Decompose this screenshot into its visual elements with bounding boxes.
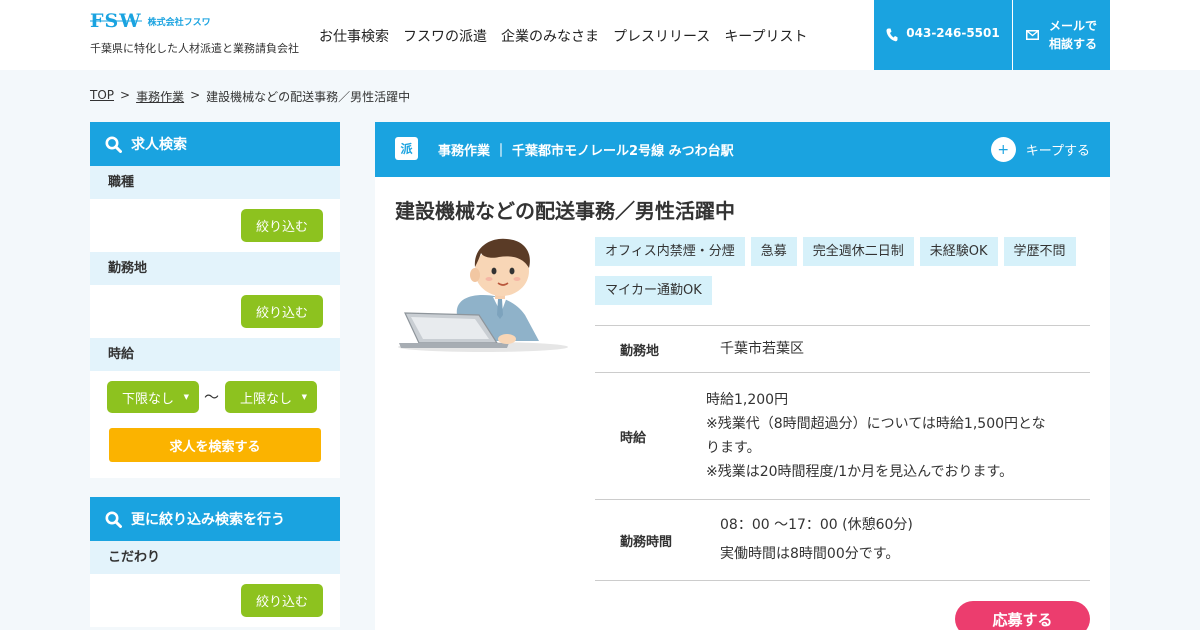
location-filter-button[interactable]: 絞り込む (241, 295, 323, 328)
wage-line: ります。 (706, 440, 761, 456)
tag-urgent[interactable]: 急募 (750, 237, 797, 266)
hours-line: 08：00 〜17：00 (休憩60分) (720, 517, 913, 533)
job-card-header: 派 事務作業 ｜ 千葉都市モノレール2号線 みつわ台駅 + キープする (375, 122, 1110, 177)
wage-min-select[interactable]: 下限なし ▼ (107, 381, 199, 413)
detail-row-wage: 時給 時給1,200円 ※残業代（8時間超過分）については時給1,500円とな … (595, 373, 1090, 500)
site-logo[interactable]: FSW 株式会社フスワ 千葉県に特化した人材派遣と業務請負会社 (90, 10, 299, 56)
wage-max-select[interactable]: 上限なし ▼ (225, 381, 317, 413)
header-phone-button[interactable]: 043-246-5501 (874, 0, 1012, 70)
nav-keep-list[interactable]: キープリスト (724, 26, 807, 46)
refine-search-title: 更に絞り込み検索を行う (131, 512, 285, 528)
wage-line: 時給1,200円 (706, 392, 789, 408)
apply-button[interactable]: 応募する (955, 601, 1090, 630)
main-nav: お仕事検索 フスワの派遣 企業のみなさま プレスリリース キープリスト (319, 26, 807, 46)
tag-any-education[interactable]: 学歴不問 (1003, 237, 1076, 266)
detail-row-hours: 勤務時間 08：00 〜17：00 (休憩60分) 実働時間は8時間00分です。 (595, 500, 1090, 581)
site-tagline: 千葉県に特化した人材派遣と業務請負会社 (90, 42, 299, 55)
refine-search-header: 更に絞り込み検索を行う (90, 497, 340, 541)
search-icon (105, 511, 122, 528)
breadcrumb-category[interactable]: 事務作業 (136, 88, 184, 105)
job-title: 建設機械などの配送事務／男性活躍中 (395, 199, 735, 223)
detail-key-hours: 勤務時間 (620, 534, 673, 550)
breadcrumb: TOP > 事務作業 > 建設機械などの配送事務／男性活躍中 (90, 88, 410, 105)
office-worker-illustration (398, 238, 568, 352)
job-search-title: 求人検索 (131, 137, 187, 153)
mail-label-line1: メールで (1048, 19, 1097, 33)
mail-label-line2: 相談する (1048, 37, 1097, 51)
job-type-row: 絞り込む (90, 199, 340, 252)
phone-number: 043-246-5501 (906, 26, 1000, 40)
breadcrumb-separator: > (120, 88, 131, 102)
location-row: 絞り込む (90, 285, 340, 338)
breadcrumb-separator: > (190, 88, 201, 102)
tag-no-smoking[interactable]: オフィス内禁煙・分煙 (595, 237, 745, 266)
phone-icon (886, 28, 898, 42)
caret-down-icon: ▼ (301, 393, 307, 401)
breadcrumb-top[interactable]: TOP (90, 88, 114, 105)
wage-min-value: 下限なし (122, 391, 175, 407)
mail-icon (1025, 30, 1039, 40)
detail-val-hours: 08：00 〜17：00 (休憩60分) 実働時間は8時間00分です。 (706, 511, 913, 569)
header-mail-button[interactable]: メールで 相談する (1013, 0, 1110, 70)
detail-key-location: 勤務地 (620, 343, 660, 359)
search-jobs-button[interactable]: 求人を検索する (109, 428, 321, 462)
hours-line: 実働時間は8時間00分です。 (720, 546, 900, 562)
kodawari-label: こだわり (90, 541, 340, 574)
tag-two-days-off[interactable]: 完全週休二日制 (802, 237, 914, 266)
detail-val-location: 千葉市若葉区 (720, 341, 804, 357)
job-type-label: 職種 (90, 166, 340, 199)
keep-label: キープする (1025, 144, 1090, 159)
kodawari-row: 絞り込む (90, 574, 340, 627)
breadcrumb-current: 建設機械などの配送事務／男性活躍中 (206, 90, 411, 104)
job-category-station: 事務作業 ｜ 千葉都市モノレール2号線 みつわ台駅 (438, 144, 734, 159)
nav-press-release[interactable]: プレスリリース (613, 26, 710, 46)
tag-car-commute[interactable]: マイカー通勤OK (595, 276, 712, 305)
site-header: FSW 株式会社フスワ 千葉県に特化した人材派遣と業務請負会社 お仕事検索 フス… (0, 0, 1200, 70)
nav-for-companies[interactable]: 企業のみなさま (501, 26, 599, 46)
detail-val-wage: 時給1,200円 ※残業代（8時間超過分）については時給1,500円とな ります… (706, 388, 1046, 484)
wage-label: 時給 (90, 338, 340, 371)
job-feature-tags: オフィス内禁煙・分煙 急募 完全週休二日制 未経験OK 学歴不問 マイカー通勤O… (595, 237, 1090, 305)
range-tilde: 〜 (204, 388, 220, 406)
job-search-header: 求人検索 (90, 122, 340, 166)
job-card: 派 事務作業 ｜ 千葉都市モノレール2号線 みつわ台駅 + キープする 建設機械… (375, 122, 1110, 630)
job-details-table: 勤務地 千葉市若葉区 時給 時給1,200円 ※残業代（8時間超過分）については… (595, 325, 1090, 581)
plus-icon: + (990, 137, 1016, 162)
detail-row-location: 勤務地 千葉市若葉区 (595, 326, 1090, 373)
logo-mark: FSW (90, 10, 142, 32)
logo-company-name: 株式会社フスワ (147, 17, 211, 28)
wage-line: ※残業は20時間程度/1か月を見込んでおります。 (706, 464, 1014, 480)
location-label: 勤務地 (90, 252, 340, 285)
job-search-panel: 求人検索 職種 絞り込む 勤務地 絞り込む 時給 下限なし ▼ 〜 上限なし ▼… (90, 122, 340, 478)
wage-max-value: 上限なし (240, 391, 293, 407)
wage-range-row: 下限なし ▼ 〜 上限なし ▼ 求人を検索する (90, 371, 340, 478)
detail-key-wage: 時給 (620, 430, 647, 446)
dispatch-type-badge: 派 (395, 137, 418, 160)
keep-button[interactable]: + キープする (990, 137, 1090, 162)
nav-job-search[interactable]: お仕事検索 (319, 26, 389, 46)
search-icon (105, 136, 122, 153)
tag-no-experience[interactable]: 未経験OK (919, 237, 998, 266)
job-type-filter-button[interactable]: 絞り込む (241, 209, 323, 242)
kodawari-filter-button[interactable]: 絞り込む (241, 584, 323, 617)
caret-down-icon: ▼ (183, 393, 189, 401)
refine-search-panel: 更に絞り込み検索を行う こだわり 絞り込む (90, 497, 340, 627)
nav-fsw-dispatch[interactable]: フスワの派遣 (403, 26, 487, 46)
wage-line: ※残業代（8時間超過分）については時給1,500円とな (706, 416, 1046, 432)
